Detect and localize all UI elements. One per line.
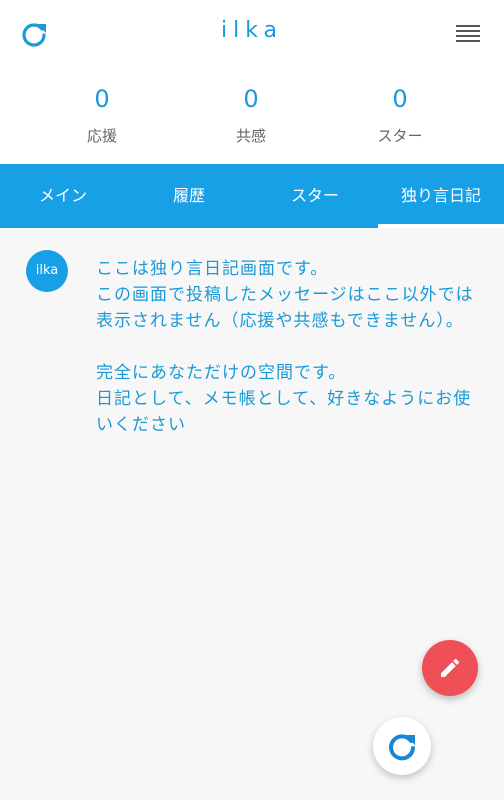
message-line: ここは独り言日記画面です。 <box>96 259 329 279</box>
pencil-icon <box>441 658 460 677</box>
stats-bar: 0 応援 0 共感 0 スター <box>0 70 504 164</box>
stat-support[interactable]: 0 応援 <box>42 70 162 164</box>
message-line: この画面で投稿したメッセージはここ以外では表示されません（応援や共感もできません… <box>96 285 474 331</box>
diary-message: ここは独り言日記画面です。 この画面で投稿したメッセージはここ以外では表示されま… <box>96 256 476 438</box>
message-line: 完全にあなただけの空間です。 <box>96 363 347 383</box>
stat-star-label: スター <box>377 127 423 145</box>
tab-bar: メイン 履歴 スター 独り言日記 <box>0 164 504 228</box>
reload-button[interactable] <box>373 717 431 775</box>
message-line: 日記として、メモ帳として、好きなようにお使いください <box>96 389 472 435</box>
compose-button[interactable] <box>422 640 478 696</box>
tab-star[interactable]: スター <box>252 164 378 228</box>
stat-empathy-label: 共感 <box>235 127 266 145</box>
tab-diary[interactable]: 独り言日記 <box>378 164 504 228</box>
stat-empathy-value: 0 <box>243 85 259 113</box>
app-header: ilka <box>0 0 504 70</box>
stat-empathy[interactable]: 0 共感 <box>191 70 311 164</box>
menu-icon[interactable] <box>456 24 480 46</box>
app-title: ilka <box>220 18 284 43</box>
diary-content: ilka ここは独り言日記画面です。 この画面で投稿したメッセージはここ以外では… <box>0 228 504 800</box>
avatar[interactable]: ilka <box>26 250 68 292</box>
tab-main[interactable]: メイン <box>0 164 126 228</box>
stat-support-value: 0 <box>94 85 110 113</box>
stat-star-value: 0 <box>392 85 408 113</box>
stat-support-label: 応援 <box>86 127 117 145</box>
stat-star[interactable]: 0 スター <box>340 70 460 164</box>
tab-history[interactable]: 履歴 <box>126 164 252 228</box>
reload-icon <box>389 734 415 761</box>
message-gap <box>96 334 476 360</box>
